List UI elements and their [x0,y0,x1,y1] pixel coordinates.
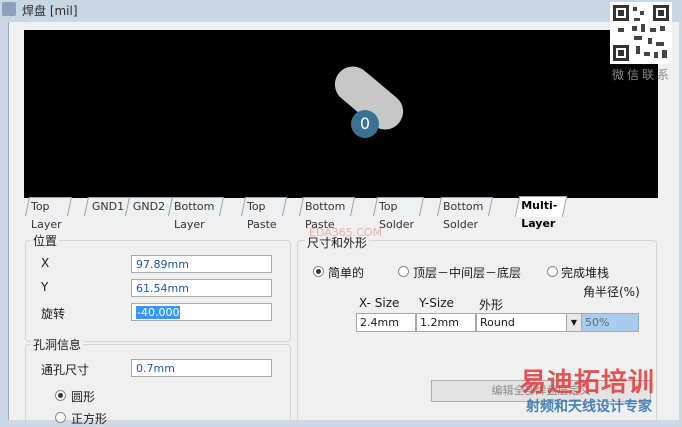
square-hole-label: 正方形 [71,412,108,426]
brand-watermark: 易迪拓培训 [520,368,656,398]
chevron-down-icon[interactable]: ▼ [566,314,581,331]
tab-top-solder[interactable]: Top Solder [372,197,425,231]
hole-size-label: 通孔尺寸 [41,363,90,377]
qr-caption: 微信联系 [612,68,673,82]
y-field[interactable]: 61.54mm [131,279,272,297]
full-stack-radio[interactable] [547,266,558,277]
rotation-label: 旋转 [41,307,66,321]
round-hole-radio[interactable] [55,390,66,401]
square-hole-radio[interactable] [55,412,66,423]
tab-bottom-paste[interactable]: Bottom Paste [298,197,356,231]
qr-code-icon [610,2,672,64]
rotation-field[interactable]: -40.000 [131,303,272,321]
corner-radius-header: 角半径(%) [583,285,640,299]
x-size-cell[interactable]: 2.4mm [356,313,416,332]
round-hole-label: 圆形 [71,390,96,404]
tab-top-layer[interactable]: Top Layer [24,197,72,231]
hole-size-field[interactable]: 0.7mm [131,359,272,377]
simple-label: 简单的 [328,266,365,280]
position-title: 位置 [31,232,60,249]
y-size-cell[interactable]: 1.2mm [416,313,476,332]
top-mid-bottom-radio[interactable] [398,266,409,277]
y-label: Y [41,280,49,294]
tab-top-paste[interactable]: Top Paste [240,197,287,231]
tab-gnd2[interactable]: GND2 [124,197,174,216]
x-field[interactable]: 97.89mm [131,255,272,273]
x-size-header: X- Size [359,296,400,310]
y-size-header: Y-Size [419,296,454,310]
top-mid-bottom-label: 顶层－中间层－底层 [413,266,522,280]
pad-dialog: 0 Top Layer GND1 GND2 Bottom Layer Top P… [8,22,679,426]
simple-radio[interactable] [313,266,324,277]
shape-header: 外形 [479,298,504,312]
tab-bottom-solder[interactable]: Bottom Solder [436,197,494,231]
pad-preview: 0 [24,30,658,198]
site-watermark: EDA365.COM [309,226,383,239]
tab-multi-layer[interactable]: Multi-Layer [514,196,568,230]
app-icon [2,2,16,16]
window-title: 焊盘 [mil] [22,4,78,18]
x-label: X [41,256,50,270]
full-stack-label: 完成堆栈 [561,266,610,280]
hole-title: 孔洞信息 [31,336,84,353]
corner-radius-cell[interactable]: 50% [581,313,639,332]
tab-bottom-layer[interactable]: Bottom Layer [167,197,225,231]
tagline-watermark: 射频和天线设计专家 [526,399,652,415]
title-bar: 焊盘 [mil] [0,0,682,22]
pad-hole: 0 [351,110,379,138]
